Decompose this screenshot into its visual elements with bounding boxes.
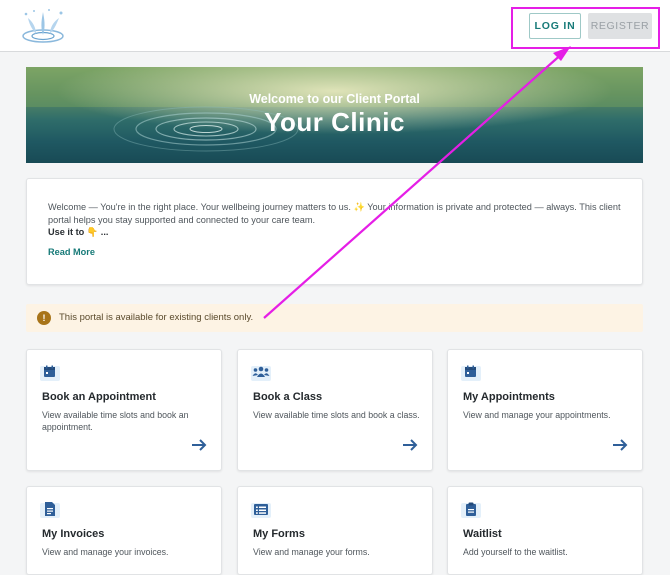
card-description: Add yourself to the waitlist. — [463, 547, 568, 557]
card-my-forms[interactable]: My Forms View and manage your forms. — [237, 486, 433, 575]
welcome-use-it: Use it to 👇 ... — [48, 227, 109, 237]
hero-banner: Welcome to our Client Portal Your Clinic — [26, 67, 643, 163]
card-title: My Appointments — [463, 391, 555, 403]
calendar-icon — [461, 365, 481, 381]
splash-logo-icon[interactable] — [16, 6, 70, 48]
hero-subtitle: Welcome to our Client Portal — [249, 92, 420, 106]
card-title: My Invoices — [42, 528, 105, 540]
card-description: View and manage your forms. — [253, 547, 370, 557]
arrow-right-icon[interactable] — [402, 439, 418, 451]
document-icon — [40, 502, 60, 518]
read-more-link[interactable]: Read More — [48, 247, 95, 257]
card-title: Waitlist — [463, 528, 502, 540]
card-description: View available time slots and book a cla… — [253, 410, 420, 420]
card-description: View and manage your invoices. — [42, 547, 169, 557]
card-book-class[interactable]: Book a Class View available time slots a… — [237, 349, 433, 471]
welcome-card: Welcome — You're in the right place. You… — [26, 178, 643, 285]
top-header: LOG IN REGISTER — [0, 0, 670, 52]
clipboard-icon — [461, 502, 481, 518]
card-description: View available time slots and book an ap… — [42, 410, 189, 432]
card-title: Book an Appointment — [42, 391, 156, 403]
calendar-icon — [40, 365, 60, 381]
notice-banner: ! This portal is available for existing … — [26, 304, 643, 332]
hero-title: Your Clinic — [264, 107, 405, 137]
card-book-appointment[interactable]: Book an Appointment View available time … — [26, 349, 222, 471]
card-title: My Forms — [253, 528, 305, 540]
card-title: Book a Class — [253, 391, 323, 403]
register-button[interactable]: REGISTER — [588, 13, 652, 39]
arrow-right-icon[interactable] — [191, 439, 207, 451]
welcome-text: Welcome — You're in the right place. You… — [48, 202, 621, 225]
card-waitlist[interactable]: Waitlist Add yourself to the waitlist. — [447, 486, 643, 575]
warning-icon: ! — [37, 311, 51, 325]
arrow-right-icon[interactable] — [612, 439, 628, 451]
card-my-appointments[interactable]: My Appointments View and manage your app… — [447, 349, 643, 471]
list-icon — [251, 503, 271, 518]
card-my-invoices[interactable]: My Invoices View and manage your invoice… — [26, 486, 222, 575]
card-description: View and manage your appointments. — [463, 410, 611, 420]
group-icon — [251, 366, 271, 381]
notice-text: This portal is available for existing cl… — [59, 312, 254, 323]
login-button[interactable]: LOG IN — [529, 13, 581, 39]
